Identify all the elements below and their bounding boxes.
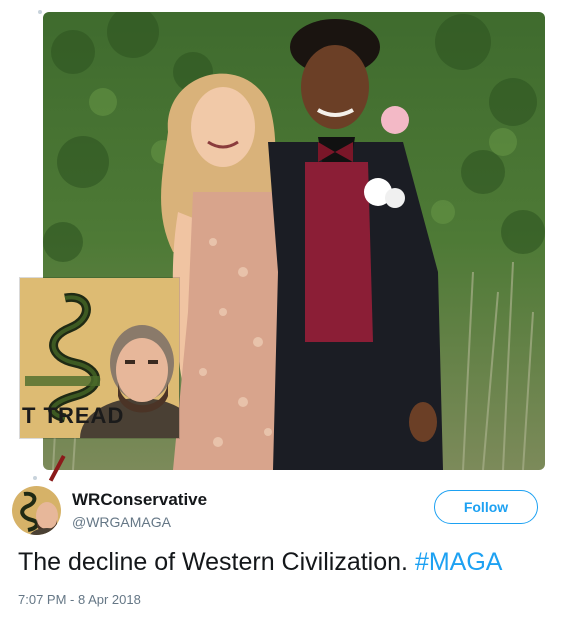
tweet-body: The decline of Western Civilization. [18,548,408,576]
hashtag-link[interactable]: #MAGA [415,548,503,576]
tweet-text: The decline of Western Civilization. #MA… [18,548,502,577]
tweet-timestamp[interactable]: 7:07 PM - 8 Apr 2018 [18,592,141,607]
author-handle[interactable]: @WRGAMAGA [72,514,171,530]
divider-dot [38,10,42,14]
avatar-illustration [12,486,61,535]
divider-dot [33,476,37,480]
inset-avatar-photo: T TREAD [20,278,179,438]
profile-avatar-icon[interactable] [12,486,61,535]
follow-button[interactable]: Follow [434,490,538,524]
author-display-name[interactable]: WRConservative [72,490,207,510]
inset-caption: T TREAD [22,403,125,428]
